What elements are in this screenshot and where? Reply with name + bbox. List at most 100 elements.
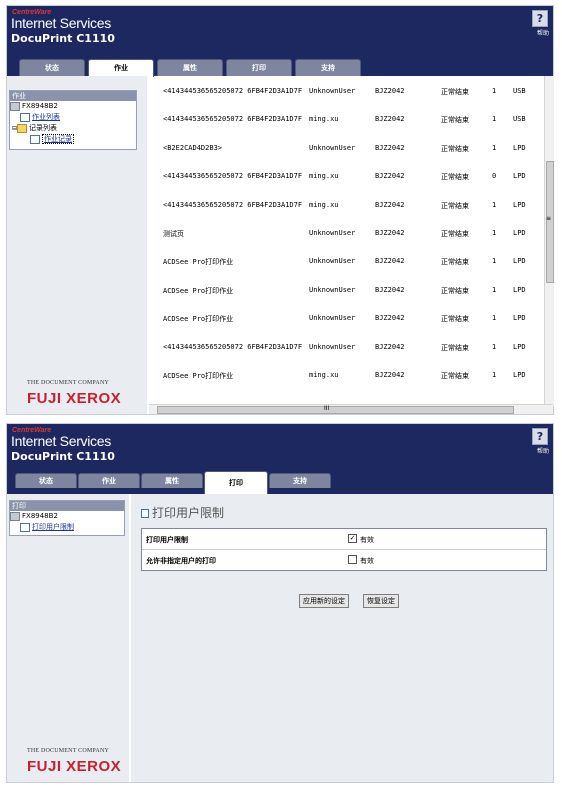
job-host: BJZ2042: [375, 200, 405, 209]
table-row: <414344536565205072 6FB4F2D3A1D7F ming.xu…: [149, 162, 545, 190]
tab-properties[interactable]: 属性: [141, 473, 203, 488]
job-interface: USB: [513, 115, 526, 124]
tree-item-user-restriction[interactable]: 打印用户限制: [10, 522, 124, 533]
tab-jobs[interactable]: 作业: [78, 473, 140, 488]
help-label[interactable]: 帮助: [537, 446, 549, 455]
job-status: 正常结束: [441, 201, 469, 210]
tree-device[interactable]: FX8948B2: [10, 101, 136, 112]
tree-device[interactable]: FX8948B2: [10, 511, 124, 522]
job-status: 正常结束: [441, 286, 469, 295]
job-pages: 1: [492, 200, 497, 209]
settings-table: 打印用户限制 ✓ 有效 允许非指定用户的打印 有效: [141, 528, 547, 571]
checkbox-label[interactable]: 有效: [360, 556, 374, 566]
printer-model: DocuPrint C1110: [11, 32, 115, 45]
job-name: <414344536565205072 6FB4F2D3A1D7F: [163, 342, 303, 351]
job-host: BJZ2042: [375, 87, 405, 95]
document-icon: [141, 509, 149, 518]
nav-tree: 打印 FX8948B2 打印用户限制: [9, 500, 125, 536]
horizontal-scrollbar[interactable]: III: [149, 404, 553, 414]
job-name: <414344536565205072 6FB4F2D3A1D7F: [163, 115, 303, 124]
tree-item-job-log[interactable]: 作业记录: [10, 134, 136, 145]
tab-properties[interactable]: 属性: [157, 59, 223, 76]
job-name: 测试页: [163, 230, 184, 238]
job-owner: UnknownUser: [309, 342, 356, 351]
job-status: 正常结束: [441, 343, 469, 352]
nav-tree: 作业 FX8948B2 作业列表 ⊟ 记录列表 作业记录: [9, 90, 137, 150]
sidebar: 打印 FX8948B2 打印用户限制 THE DOCUMENT COMPANY …: [7, 494, 129, 782]
tree-item-log-list[interactable]: ⊟ 记录列表: [10, 123, 136, 134]
allow-unspecified-checkbox[interactable]: [348, 555, 357, 564]
tree-header: 作业: [10, 91, 136, 101]
tab-status[interactable]: 状态: [15, 473, 77, 488]
help-icon[interactable]: ?: [532, 10, 548, 27]
settings-content: 打印用户限制 打印用户限制 ✓ 有效 允许非指定用户的打印 有效 应用新的设定 …: [131, 494, 553, 782]
table-row: <B2E2CAD4D2B3> UnknownUser BJZ2042 正常结束 1 LPD: [149, 134, 545, 162]
tree-item-job-list[interactable]: 作业列表: [10, 112, 136, 123]
header-banner: CentreWare Internet Services DocuPrint C…: [7, 6, 553, 77]
scroll-grip-icon: ≡: [546, 215, 552, 222]
vertical-scrollbar[interactable]: ≡: [544, 76, 554, 406]
checkbox-label[interactable]: 有效: [360, 535, 374, 545]
scroll-grip-icon: III: [324, 405, 330, 412]
job-status: 正常结束: [441, 230, 469, 238]
xerox-tagline: THE DOCUMENT COMPANY: [27, 380, 110, 386]
job-pages: 1: [492, 342, 497, 351]
page-title: 打印用户限制: [141, 504, 224, 521]
tab-print[interactable]: 打印: [226, 59, 292, 76]
help-label[interactable]: 帮助: [537, 28, 549, 37]
job-name: <414344536565205072 6FB4F2D3A1D7F: [163, 172, 303, 181]
enable-restriction-checkbox[interactable]: ✓: [348, 534, 357, 543]
setting-label: 允许非指定用户的打印: [146, 557, 216, 565]
job-pages: 1: [492, 115, 497, 124]
tab-jobs[interactable]: 作业: [88, 59, 154, 77]
xerox-tagline: THE DOCUMENT COMPANY: [27, 748, 110, 754]
fuji-xerox-logo: FUJI XEROX: [27, 390, 122, 407]
tab-support[interactable]: 支持: [295, 59, 361, 76]
scroll-thumb[interactable]: [546, 161, 554, 283]
job-interface: LPD: [513, 229, 526, 237]
job-interface: LPD: [513, 172, 526, 181]
job-name: <414344536565205072 6FB4F2D3A1D7F: [163, 200, 303, 209]
job-owner: UnknownUser: [309, 314, 356, 323]
job-host: BJZ2042: [375, 172, 405, 181]
job-owner: ming.xu: [309, 115, 339, 124]
job-owner: UnknownUser: [309, 229, 356, 237]
table-row: <414344536565205072 6FB4F2D3A1D7F ming.xu…: [149, 191, 545, 219]
tab-bar: 状态 作业 属性 打印 支持: [7, 59, 553, 77]
document-icon: [30, 134, 40, 144]
job-owner: UnknownUser: [309, 257, 356, 266]
job-interface: USB: [513, 87, 526, 95]
job-host: BJZ2042: [375, 342, 405, 351]
job-owner: ming.xu: [309, 371, 339, 379]
job-log-table: <414344536565205072 6FB4F2D3A1D7F Unknown…: [149, 76, 545, 404]
job-interface: LPD: [513, 257, 526, 266]
scroll-thumb[interactable]: [157, 406, 514, 414]
restore-button[interactable]: 恢复设定: [363, 594, 399, 608]
job-pages: 1: [492, 143, 497, 152]
job-interface: LPD: [513, 342, 526, 351]
job-status: 正常结束: [441, 116, 469, 125]
tab-support[interactable]: 支持: [269, 473, 331, 488]
job-host: BJZ2042: [375, 257, 405, 266]
job-interface: LPD: [513, 200, 526, 209]
app-title: Internet Services: [11, 15, 111, 31]
job-status: 正常结束: [441, 315, 469, 324]
printer-icon: [10, 101, 20, 111]
table-row: ACDSee Pro打印作业 UnknownUser BJZ2042 正常结束 1 LPD: [149, 276, 545, 304]
setting-row: 允许非指定用户的打印 有效: [142, 550, 546, 570]
fuji-xerox-logo: FUJI XEROX: [27, 758, 122, 775]
job-owner: UnknownUser: [309, 285, 356, 294]
apply-button[interactable]: 应用新的设定: [299, 594, 349, 608]
job-name: ACDSee Pro打印作业: [163, 286, 234, 295]
app-title: Internet Services: [11, 433, 111, 449]
job-log-window: CentreWare Internet Services DocuPrint C…: [6, 5, 554, 415]
job-pages: 0: [492, 172, 497, 181]
tab-print[interactable]: 打印: [204, 471, 268, 495]
job-status: 正常结束: [441, 258, 469, 267]
printer-model: DocuPrint C1110: [11, 450, 115, 463]
job-interface: LPD: [513, 285, 526, 294]
job-status: 正常结束: [441, 173, 469, 182]
tab-status[interactable]: 状态: [19, 59, 85, 76]
help-icon[interactable]: ?: [532, 428, 548, 445]
job-owner: ming.xu: [309, 172, 339, 181]
